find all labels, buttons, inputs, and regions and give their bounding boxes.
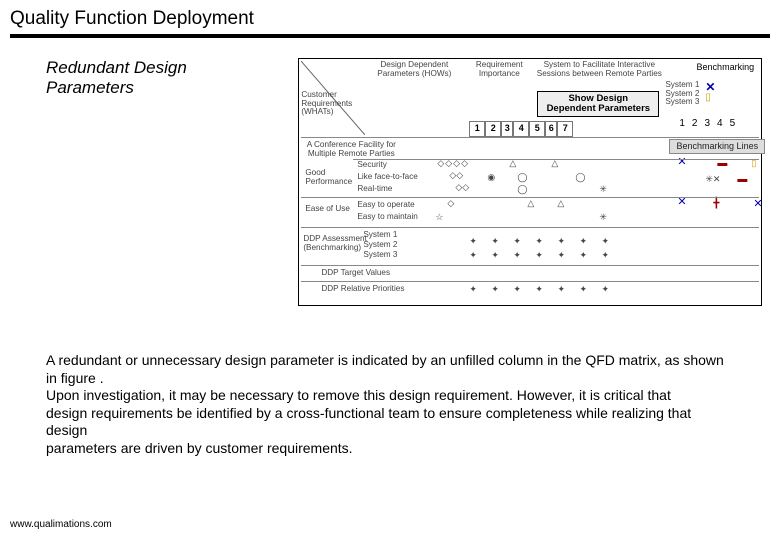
bench-mark-icon: ✳ [599, 213, 607, 222]
customer-req-label: Customer Requirements (WHATs) [301, 91, 361, 117]
col-num: 5 [529, 121, 545, 137]
rowgroup-label: Ease of Use [305, 205, 355, 214]
list-item: System 3 [665, 98, 699, 107]
rel-symbols: ◯ [517, 173, 527, 182]
col-num: 2 [485, 121, 501, 137]
rel-symbols: ◯ [517, 185, 527, 194]
col-num: 1 [679, 119, 685, 130]
qfd-diagram: Design Dependent Parameters (HOWs) Requi… [298, 58, 762, 306]
assess-dots: ✦ ✦ ✦ ✦ ✦ ✦ ✦ [469, 251, 615, 260]
rel-symbols: ◉ [487, 173, 495, 182]
col-num: 1 [469, 121, 485, 137]
col-num: 2 [692, 119, 698, 130]
row-label: Real-time [357, 185, 392, 194]
rel-symbols: △ [551, 159, 558, 168]
system-facilitate-label: System to Facilitate Interactive Session… [535, 61, 663, 89]
rowgroup-label: Good Performance [305, 169, 351, 186]
bench-mark-icon: ✳✕ [705, 175, 720, 184]
system-list: System 1 System 2 System 3 [665, 81, 699, 107]
row-label: Security [357, 161, 387, 170]
benchmarking-header: Benchmarking [685, 63, 765, 72]
row-label: Easy to operate [357, 201, 414, 210]
assess-system: System 2 [363, 241, 397, 250]
rel-symbols: ◯ [575, 173, 585, 182]
col-num: 5 [730, 119, 736, 130]
footer-url: www.qualimations.com [10, 519, 112, 530]
body-line: design requirements be identified by a c… [46, 405, 691, 439]
col-num: 4 [513, 121, 529, 137]
rel-symbols: △ [557, 199, 564, 208]
show-ddp-box: Show Design Dependent Parameters [537, 91, 659, 117]
rel-symbols: ◇ [447, 199, 454, 208]
assess-dots: ✦ ✦ ✦ ✦ ✦ ✦ ✦ [469, 237, 615, 246]
bench-mark-icon: ▬ [717, 159, 727, 170]
body-paragraph: A redundant or unnecessary design parame… [46, 352, 734, 457]
bench-mark-icon: ✕ [753, 199, 762, 211]
rel-symbols: ☆ [435, 213, 443, 222]
bench-mark-icon: ▯ [751, 159, 756, 168]
ddp-relative-label: DDP Relative Priorities [321, 285, 404, 294]
bench-mark-icon: ▬ [737, 175, 747, 186]
body-line: Upon investigation, it may be necessary … [46, 387, 671, 403]
bench-columns: 1 2 3 4 5 [679, 119, 735, 130]
col-num: 6 [545, 121, 557, 137]
section-subtitle: Redundant Design Parameters [46, 58, 274, 296]
ddp-target-label: DDP Target Values [321, 269, 390, 278]
col-num: 7 [557, 121, 573, 137]
row-label: Easy to maintain [357, 213, 418, 222]
page-title: Quality Function Deployment [10, 8, 770, 30]
benchmarking-lines-box: Benchmarking Lines [669, 139, 765, 154]
ddp-assessment-label: DDP Assessment (Benchmarking) [303, 235, 359, 252]
rel-symbols: △ [527, 199, 534, 208]
rel-symbols: ◇◇◇◇ [437, 159, 469, 168]
rel-symbols: ◇◇ [455, 183, 469, 192]
conference-facility-label: A Conference Facility for Multiple Remot… [305, 141, 397, 158]
body-line: A redundant or unnecessary design parame… [46, 352, 724, 386]
col-num: 3 [501, 121, 513, 137]
body-line: parameters are driven by customer requir… [46, 440, 353, 456]
row-label: Like face-to-face [357, 173, 418, 182]
bench-mark-icon: ╋ [713, 199, 719, 210]
assess-system: System 3 [363, 251, 397, 260]
rel-symbols: △ [509, 159, 516, 168]
bench-mark-icon: ✳ [599, 185, 607, 194]
ddp-hows-label: Design Dependent Parameters (HOWs) [369, 61, 459, 89]
col-num: 4 [717, 119, 723, 130]
rel-symbols: ◇◇ [449, 171, 463, 180]
col-num: 3 [704, 119, 710, 130]
bench-mark-icon: ▯ [705, 93, 711, 104]
how-columns: 1 2 3 4 5 6 7 [469, 121, 573, 137]
title-divider [10, 34, 770, 38]
assess-system: System 1 [363, 231, 397, 240]
bench-mark-icon: ✕ [677, 197, 686, 209]
priority-dots: ✦ ✦ ✦ ✦ ✦ ✦ ✦ [469, 285, 615, 294]
requirement-importance-label: Requirement Importance [469, 61, 529, 89]
